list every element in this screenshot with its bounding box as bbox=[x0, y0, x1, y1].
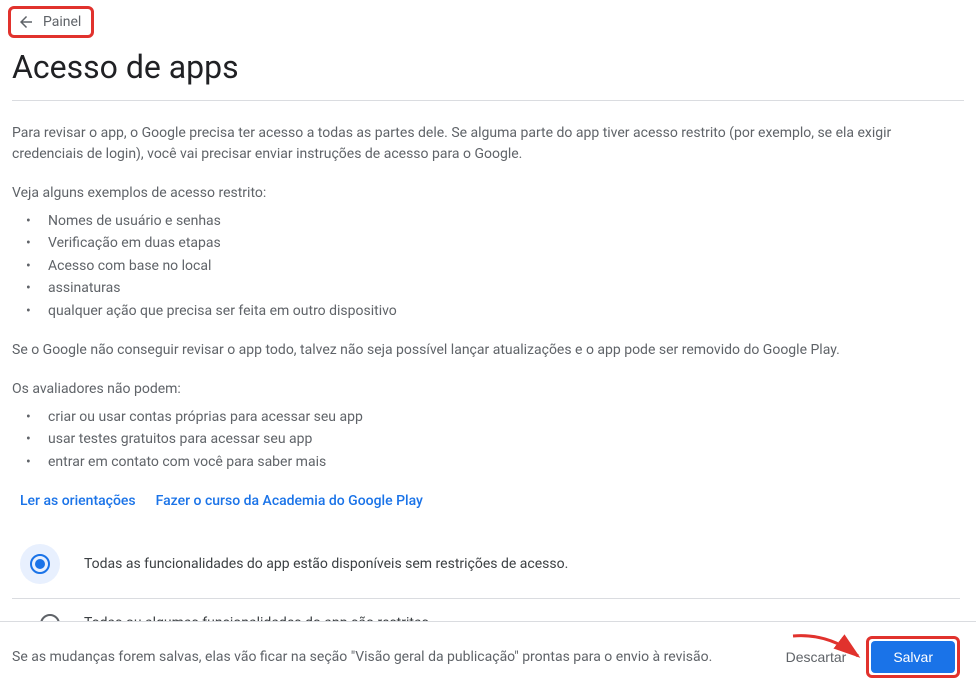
back-to-dashboard[interactable]: Painel bbox=[8, 6, 94, 38]
list-item: Nomes de usuário e senhas bbox=[26, 210, 960, 232]
list-item: usar testes gratuitos para acessar seu a… bbox=[26, 428, 960, 450]
list-item: entrar em contato com você para saber ma… bbox=[26, 451, 960, 473]
list-item: Acesso com base no local bbox=[26, 255, 960, 277]
reviewers-header: Os avaliadores não podem: bbox=[12, 379, 960, 400]
list-item: qualquer ação que precisa ser feita em o… bbox=[26, 300, 960, 322]
intro-paragraph: Para revisar o app, o Google precisa ter… bbox=[12, 123, 960, 165]
option-unrestricted-label: Todas as funcionalidades do app estão di… bbox=[84, 554, 568, 575]
footer-notice: Se as mudanças forem salvas, elas vão fi… bbox=[12, 649, 774, 665]
warning-paragraph: Se o Google não conseguir revisar o app … bbox=[12, 340, 960, 361]
radio-inner-icon bbox=[35, 559, 45, 569]
save-highlight: Salvar bbox=[866, 636, 960, 678]
reviewers-list: criar ou usar contas próprias para acess… bbox=[12, 406, 960, 473]
list-item: Verificação em duas etapas bbox=[26, 232, 960, 254]
radio-button-icon bbox=[30, 554, 50, 574]
list-item: criar ou usar contas próprias para acess… bbox=[26, 406, 960, 428]
radio-halo bbox=[20, 544, 60, 584]
list-item: assinaturas bbox=[26, 277, 960, 299]
play-academy-link[interactable]: Fazer o curso da Academia do Google Play bbox=[156, 491, 423, 512]
save-button[interactable]: Salvar bbox=[871, 641, 955, 673]
discard-button[interactable]: Descartar bbox=[774, 641, 859, 673]
footer-bar: Se as mudanças forem salvas, elas vão fi… bbox=[0, 621, 976, 692]
read-guidelines-link[interactable]: Ler as orientações bbox=[20, 491, 136, 512]
examples-list: Nomes de usuário e senhas Verificação em… bbox=[12, 210, 960, 322]
option-unrestricted[interactable]: Todas as funcionalidades do app estão di… bbox=[12, 530, 960, 598]
links-row: Ler as orientações Fazer o curso da Acad… bbox=[20, 491, 960, 512]
back-label: Painel bbox=[43, 14, 81, 30]
page-title: Acesso de apps bbox=[12, 48, 976, 86]
examples-header: Veja alguns exemplos de acesso restrito: bbox=[12, 183, 960, 204]
arrow-left-icon bbox=[17, 13, 35, 31]
content-area: Para revisar o app, o Google precisa ter… bbox=[0, 101, 976, 648]
